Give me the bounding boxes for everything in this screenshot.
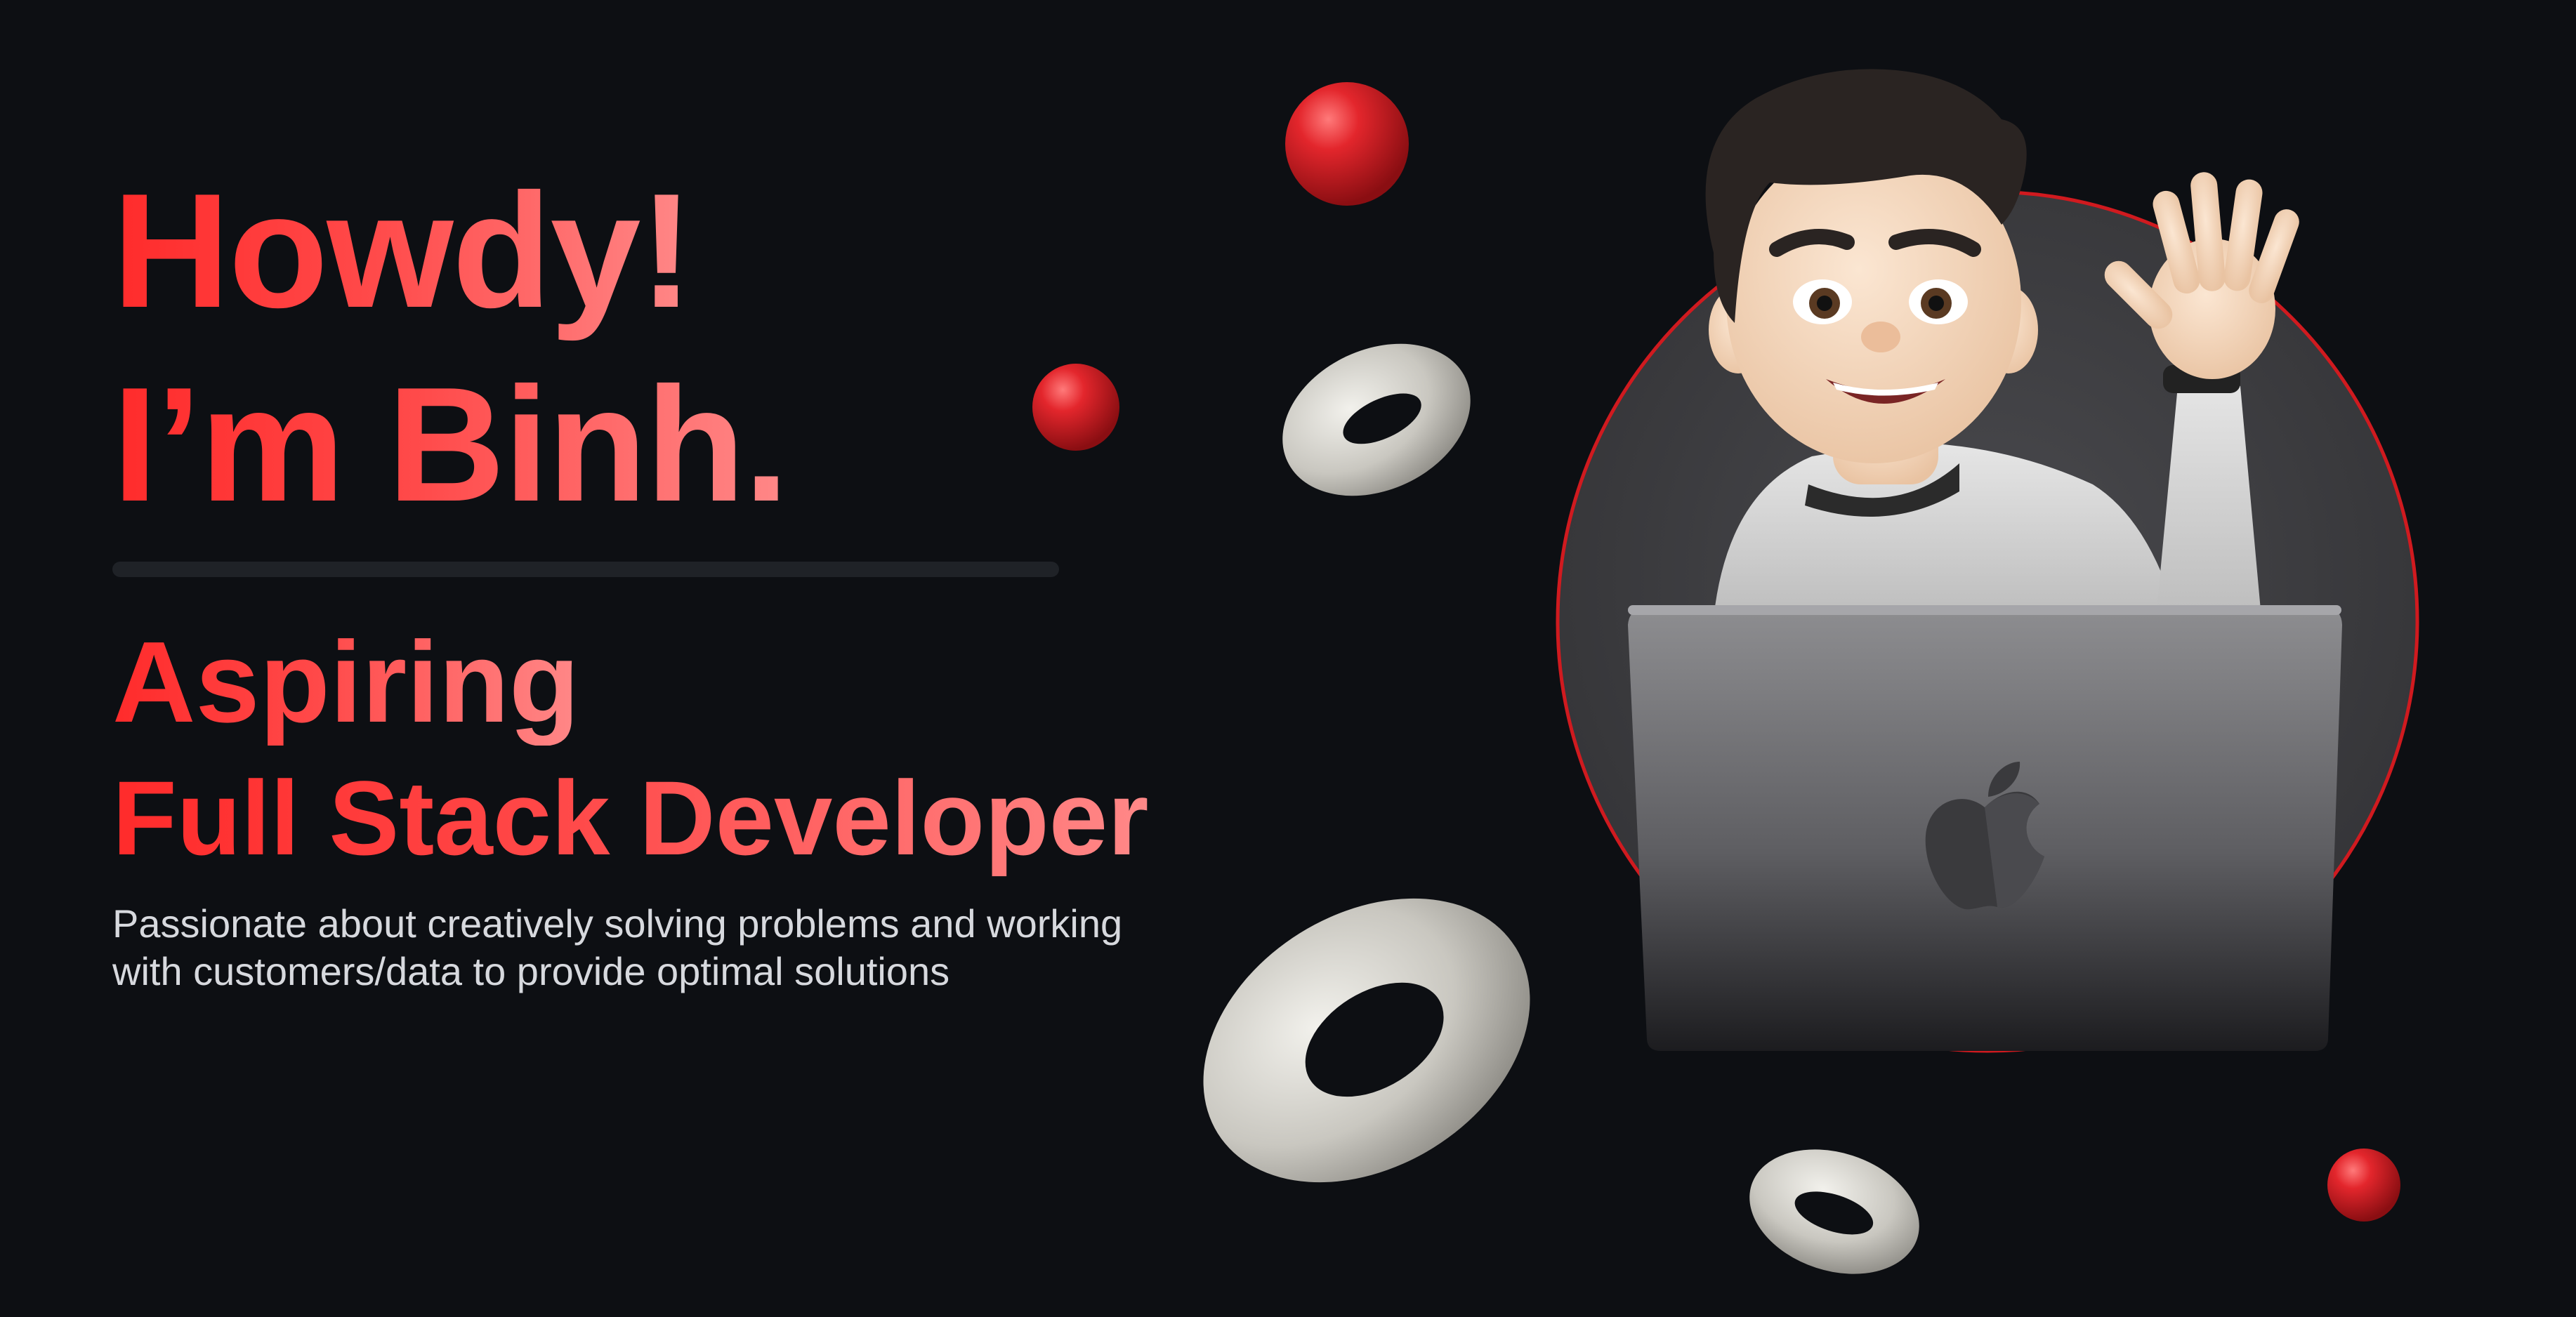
heading-divider xyxy=(112,562,1059,577)
hero-page: Howdy! I’m Binh. Aspiring Full Stack Dev… xyxy=(0,0,2576,1317)
greeting-line-1: Howdy! xyxy=(112,154,694,348)
hero-heading: Howdy! I’m Binh. xyxy=(112,154,1236,542)
tagline-line-2: with customers/data to provide optimal s… xyxy=(112,949,950,993)
torus-decoration xyxy=(1282,343,1471,496)
torus-decoration xyxy=(1749,1149,1919,1274)
role-prefix: Aspiring xyxy=(112,618,580,746)
red-sphere-decoration xyxy=(1285,82,1409,206)
hero-tagline: Passionate about creatively solving prob… xyxy=(112,900,1236,995)
red-sphere-decoration xyxy=(2327,1149,2400,1222)
tagline-line-1: Passionate about creatively solving prob… xyxy=(112,901,1123,946)
role-title: Full Stack Developer xyxy=(112,759,1149,877)
memoji-avatar xyxy=(1705,69,2299,618)
greeting-line-2: I’m Binh. xyxy=(112,348,789,542)
